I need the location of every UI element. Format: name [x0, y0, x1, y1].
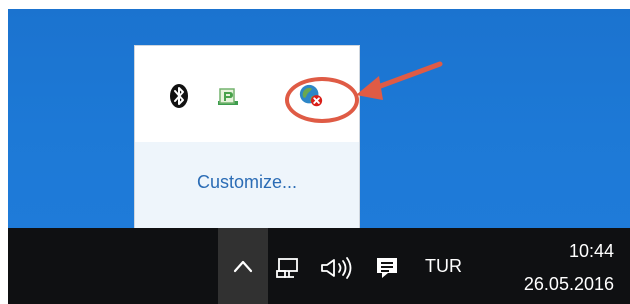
clock[interactable]: 10:44 26.05.2016: [504, 238, 614, 297]
customize-link[interactable]: Customize...: [197, 172, 297, 193]
tray-overflow-flyout: Customize...: [134, 45, 360, 229]
pc-icon[interactable]: [215, 83, 241, 109]
screenshot-frame: Customize... TUR 10:44 26.05.2016: [8, 9, 630, 304]
tray-overflow-button[interactable]: [218, 228, 268, 304]
bluetooth-icon[interactable]: [166, 83, 192, 109]
taskbar: TUR 10:44 26.05.2016: [8, 228, 630, 304]
language-indicator[interactable]: TUR: [425, 256, 462, 276]
customize-area: Customize...: [135, 142, 359, 229]
network-monitor-icon[interactable]: [275, 254, 303, 282]
chevron-up-icon: [233, 260, 253, 273]
clock-time: 10:44: [568, 241, 614, 261]
volume-icon[interactable]: [318, 254, 360, 282]
action-center-icon[interactable]: [373, 254, 401, 282]
clock-date: 26.05.2016: [523, 274, 614, 294]
annotation-arrow: [356, 61, 443, 100]
